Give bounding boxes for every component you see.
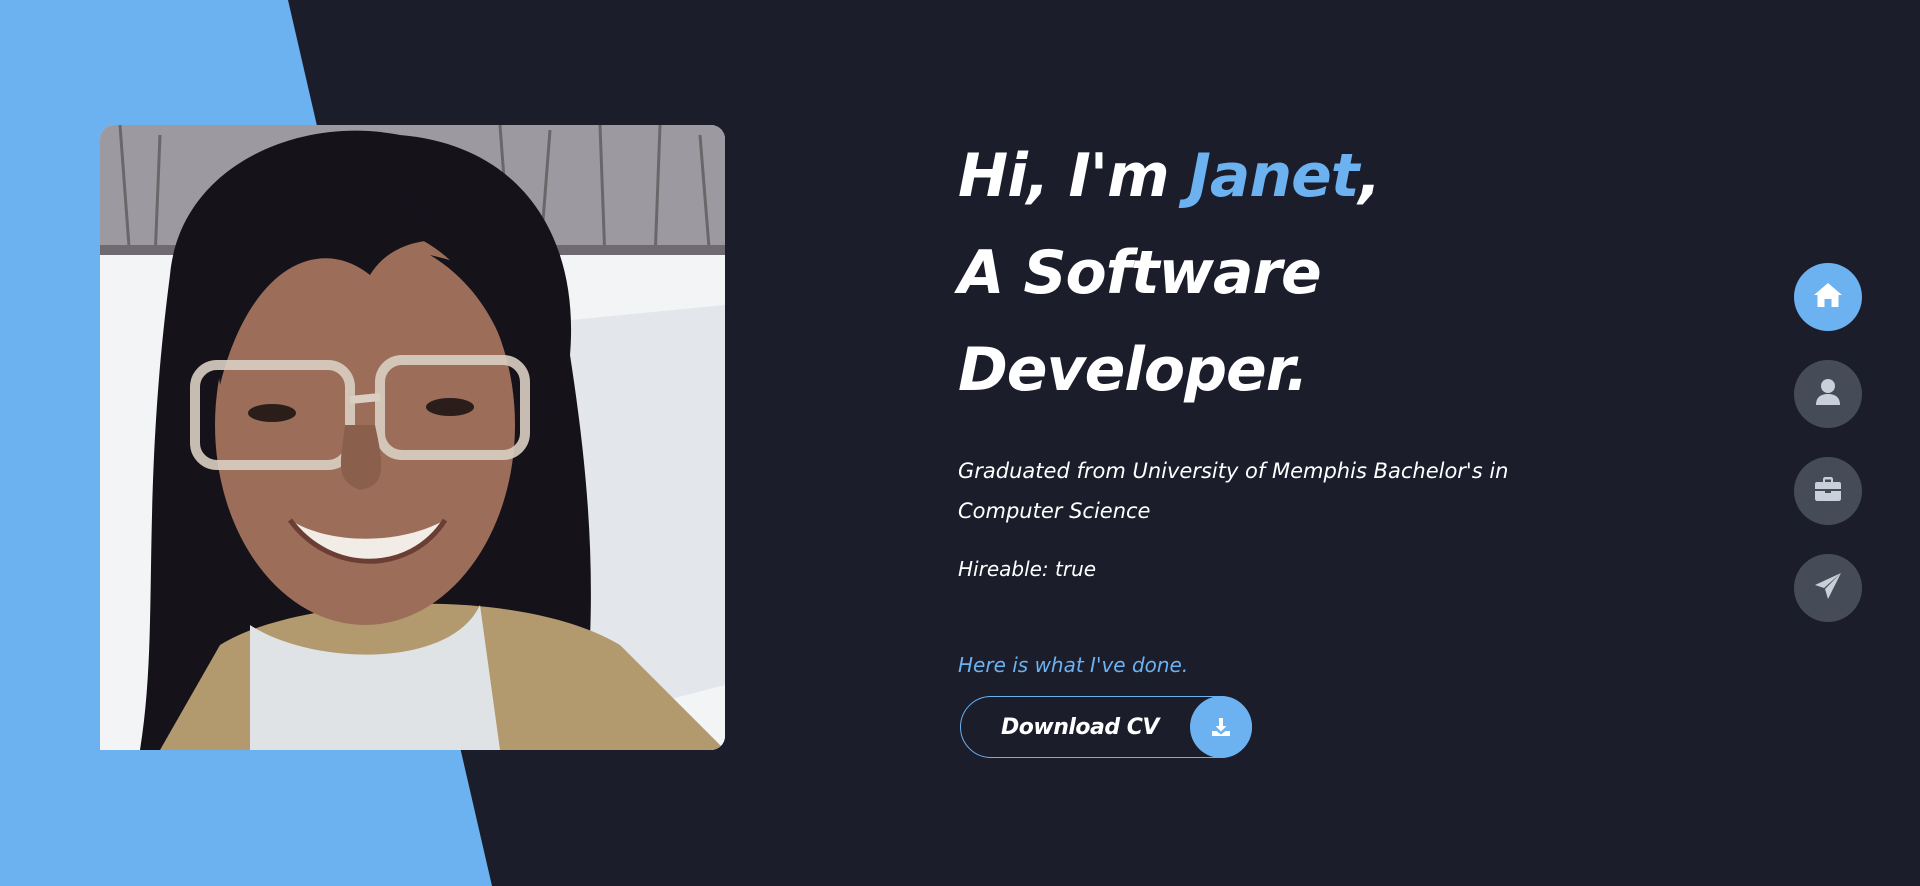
nav-contact-button[interactable] [1794,554,1862,622]
download-cv-label: Download CV [1001,714,1159,740]
send-icon [1814,572,1842,604]
download-cv-button[interactable]: Download CV [960,696,1252,758]
bio-text: Graduated from University of Memphis Bac… [958,451,1538,531]
title-line-2: Developer. [958,335,1309,405]
hero-headline: Hi, I'm Janet, A Software Developer. [958,128,1598,419]
user-icon [1815,378,1841,410]
nav-home-button[interactable] [1794,263,1862,331]
portfolio-link[interactable]: Here is what I've done. [958,653,1188,677]
title-line-1: A Software [958,238,1322,308]
hero-name: Janet [1188,141,1360,211]
page: Hi, I'm Janet, A Software Developer. Gra… [0,0,1920,886]
hero-intro: Hi, I'm Janet, A Software Developer. Gra… [958,128,1598,677]
nav-about-button[interactable] [1794,360,1862,428]
greeting-prefix: Hi, I'm [958,141,1189,211]
home-icon [1813,281,1843,313]
download-icon [1190,696,1252,758]
briefcase-icon [1814,476,1842,506]
hireable-status: Hireable: true [958,557,1097,581]
greeting-suffix: , [1358,141,1381,211]
bio-line-2: Computer Science [958,499,1151,523]
profile-photo [100,125,725,750]
side-navigation [1794,263,1862,651]
nav-portfolio-button[interactable] [1794,457,1862,525]
bio-line-1: Graduated from University of Memphis Bac… [958,459,1509,483]
